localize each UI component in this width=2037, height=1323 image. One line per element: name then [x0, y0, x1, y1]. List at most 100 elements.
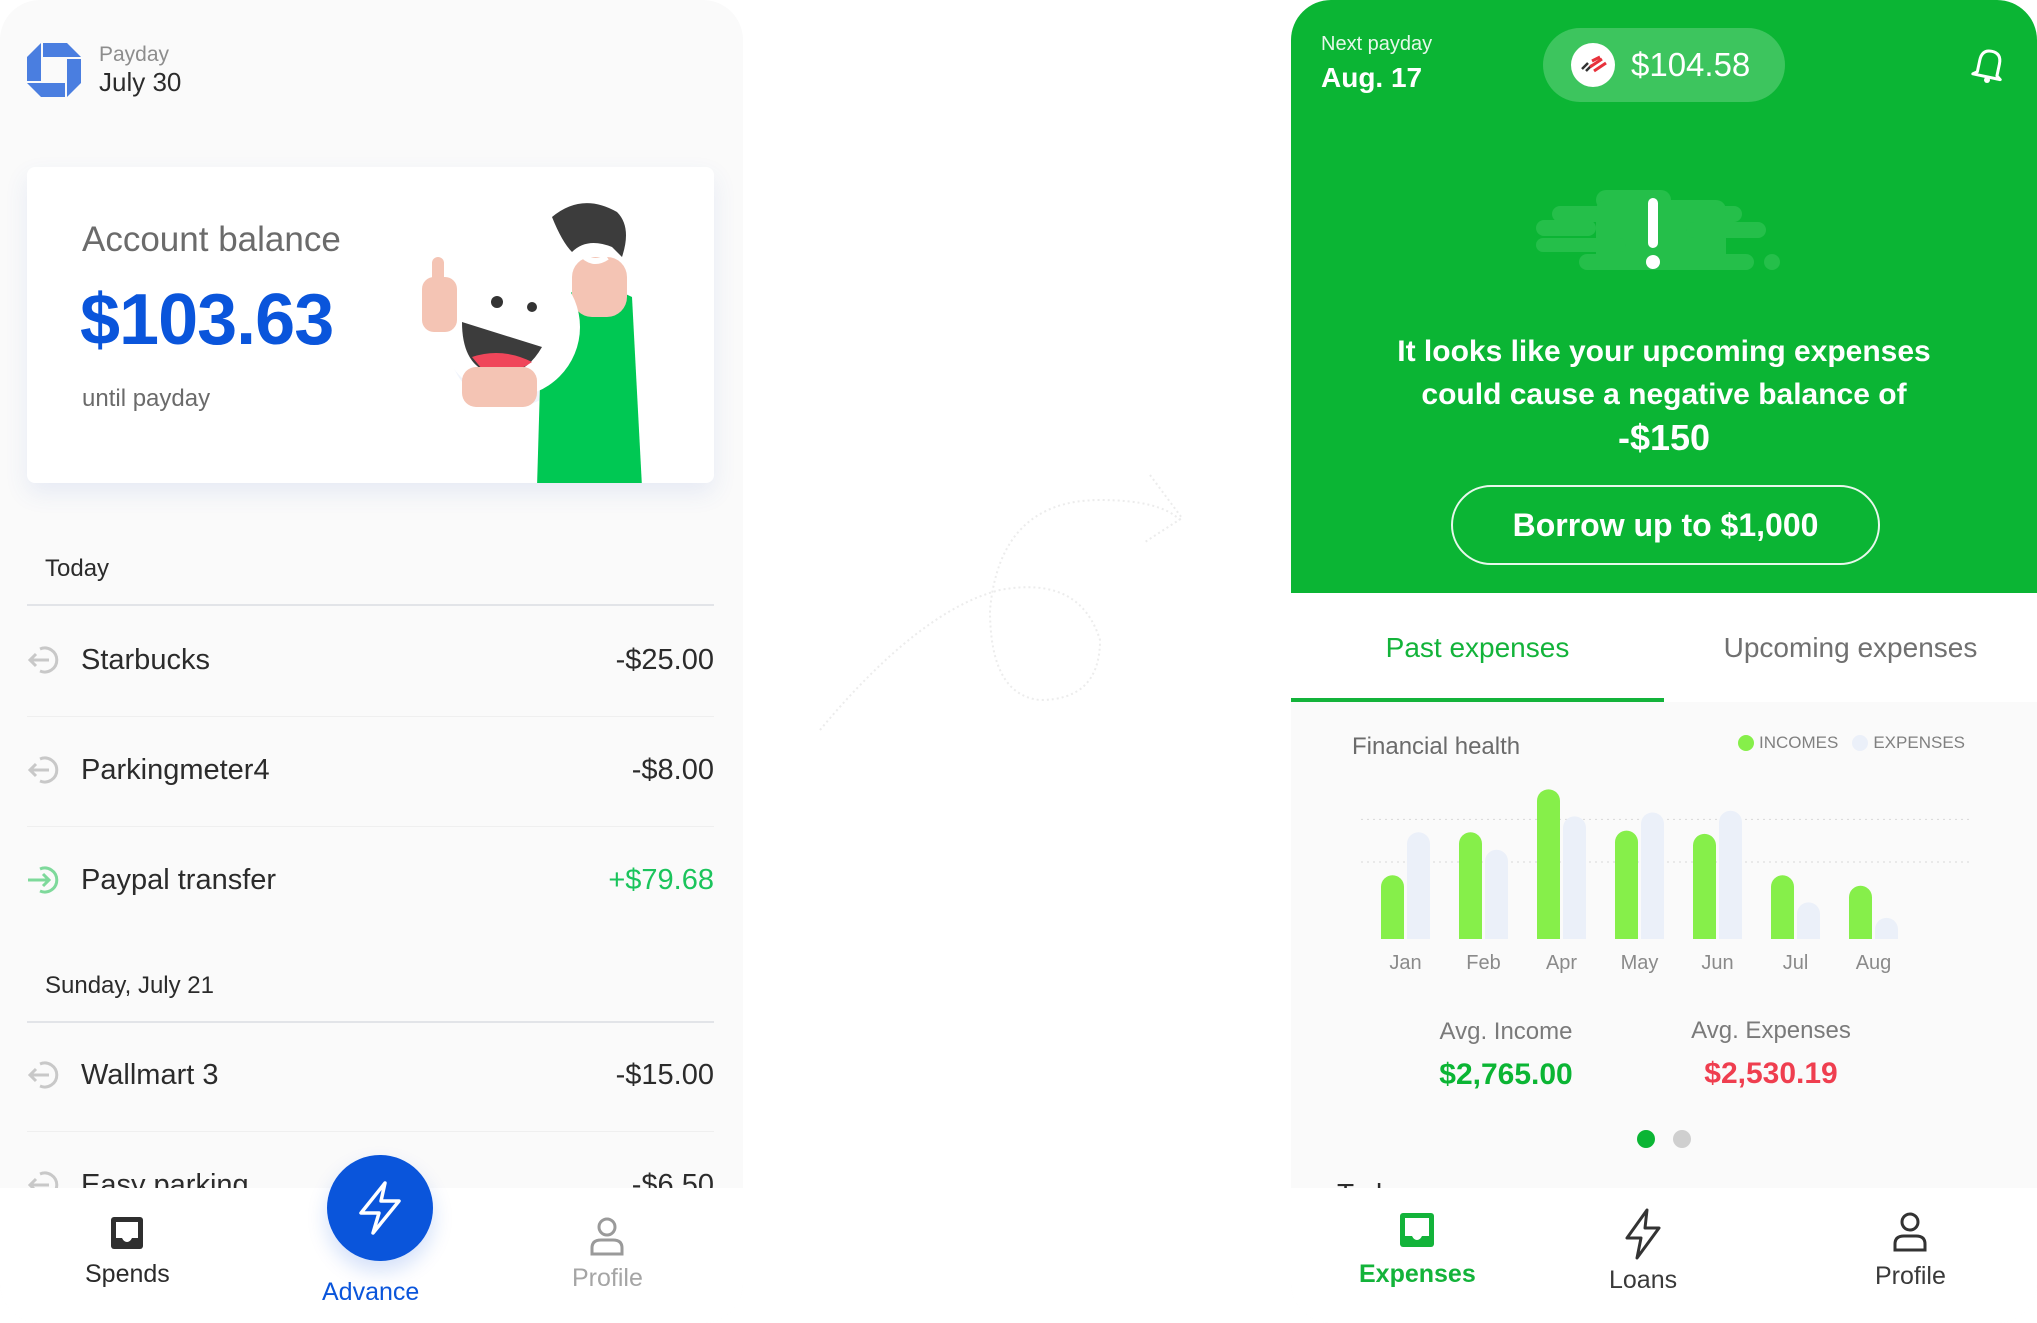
avg-income-value: $2,765.00: [1439, 1058, 1573, 1091]
bar-incomes-apr: [1537, 789, 1560, 939]
section-divider: [27, 1021, 714, 1023]
borrow-button[interactable]: Borrow up to $1,000: [1451, 485, 1880, 565]
warning-line-2: could cause a negative balance of: [1421, 378, 1907, 411]
x-tick-label: Feb: [1466, 952, 1500, 974]
row-divider: [27, 826, 714, 827]
transaction-row[interactable]: Wallmart 3 -$15.00: [27, 1055, 714, 1095]
bar-incomes-may: [1615, 830, 1638, 939]
nav-profile[interactable]: Profile: [1875, 1212, 1946, 1291]
x-tick-label: Jun: [1701, 952, 1733, 974]
x-tick-label: Aug: [1856, 952, 1892, 974]
alert-illustration: [1536, 190, 1780, 270]
avg-income-label: Avg. Income: [1439, 1018, 1573, 1045]
avg-expenses-stat: Avg. Expenses $2,530.19: [1671, 1017, 1871, 1091]
x-tick-label: Jan: [1389, 952, 1421, 974]
bar-incomes-aug: [1849, 885, 1872, 939]
bell-icon[interactable]: [1971, 46, 2007, 84]
thumbs-up-character-illustration: [422, 203, 642, 483]
bar-incomes-jun: [1693, 833, 1716, 939]
expenses-app-screen: Next payday Aug. 17 $104.58 It looks lik…: [1291, 0, 2037, 1323]
bar-expenses-jun: [1719, 810, 1742, 939]
tab-past-expenses[interactable]: Past expenses: [1291, 593, 1664, 702]
lightning-icon: [359, 1181, 401, 1235]
bar-incomes-jul: [1771, 875, 1794, 939]
transaction-row[interactable]: Parkingmeter4 -$8.00: [27, 750, 714, 790]
transaction-amount: +$79.68: [608, 863, 714, 896]
page-dot-active[interactable]: [1637, 1130, 1655, 1148]
legend-swatch-incomes: [1738, 735, 1754, 751]
bar-expenses-aug: [1875, 917, 1898, 939]
avg-expenses-value: $2,530.19: [1704, 1057, 1838, 1090]
bar-expenses-jul: [1797, 902, 1820, 939]
outgoing-icon: [27, 646, 59, 674]
financial-health-chart: Jan Feb Apr May Jun Jul Aug: [1361, 789, 1971, 974]
transaction-name: Wallmart 3: [81, 1058, 219, 1091]
outgoing-icon: [27, 756, 59, 784]
nav-label: Advance: [322, 1278, 420, 1306]
account-balance-card: Account balance $103.63 until payday: [27, 167, 714, 483]
balance-amount: $103.63: [80, 280, 334, 360]
section-divider: [27, 604, 714, 606]
nav-label: Expenses: [1359, 1260, 1476, 1288]
bar-expenses-may: [1641, 812, 1664, 939]
balance-subtitle: until payday: [82, 385, 211, 412]
x-tick-label: Jul: [1783, 952, 1809, 974]
bank-logo-icon: [27, 43, 81, 97]
legend-swatch-expenses: [1852, 735, 1869, 751]
nav-profile[interactable]: Profile: [572, 1216, 643, 1293]
hero-banner: Next payday Aug. 17 $104.58 It looks lik…: [1291, 0, 2037, 593]
transaction-amount: -$8.00: [631, 753, 714, 786]
row-divider: [27, 716, 714, 717]
next-payday-label: Next payday: [1321, 33, 1433, 55]
nav-advance[interactable]: Advance: [322, 1278, 419, 1307]
balance-pill[interactable]: $104.58: [1543, 28, 1785, 102]
chart-legend: INCOMES EXPENSES: [1738, 733, 1965, 753]
negative-balance-warning: It looks like your upcoming expenses cou…: [1331, 330, 1997, 459]
x-tick-label: May: [1621, 952, 1659, 974]
transaction-amount: -$25.00: [615, 643, 714, 676]
payday-header: Payday July 30: [27, 43, 181, 97]
incoming-icon: [28, 866, 59, 894]
section-header-today: Today: [45, 555, 110, 582]
transaction-name: Paypal transfer: [81, 863, 277, 896]
user-icon: [1893, 1212, 1927, 1252]
tab-upcoming-expenses[interactable]: Upcoming expenses: [1664, 593, 2037, 702]
transaction-name: Parkingmeter4: [81, 753, 270, 786]
x-tick-label: Apr: [1546, 952, 1577, 974]
nav-loans[interactable]: Loans: [1609, 1208, 1677, 1295]
section-header-date: Sunday, July 21: [45, 972, 214, 999]
lightning-icon: [1625, 1208, 1661, 1260]
nav-label: Profile: [1875, 1262, 1946, 1290]
transaction-name: Starbucks: [81, 643, 210, 676]
legend-label-incomes: INCOMES: [1759, 733, 1839, 752]
user-icon: [590, 1217, 624, 1256]
transaction-row[interactable]: Starbucks -$25.00: [27, 640, 714, 680]
inbox-icon: [111, 1217, 144, 1249]
transaction-amount: -$15.00: [615, 1058, 714, 1091]
warning-line-1: It looks like your upcoming expenses: [1397, 335, 1931, 368]
row-divider: [27, 1131, 714, 1132]
advance-fab-button[interactable]: [327, 1155, 433, 1261]
next-payday-date: Aug. 17: [1321, 62, 1423, 93]
page-indicator: [1637, 1130, 1709, 1148]
chart-title: Financial health: [1352, 733, 1521, 760]
bar-expenses-apr: [1563, 816, 1586, 939]
balance-value: $104.58: [1631, 46, 1751, 83]
avg-income-stat: Avg. Income $2,765.00: [1406, 1018, 1606, 1092]
spends-app-screen: Payday July 30 Account balance $103.63 u…: [0, 0, 743, 1323]
nav-expenses[interactable]: Expenses: [1359, 1212, 1476, 1289]
nav-spends[interactable]: Spends: [85, 1216, 170, 1289]
nav-label: Spends: [85, 1260, 170, 1288]
warning-amount: -$150: [1617, 417, 1711, 458]
transaction-row[interactable]: Paypal transfer +$79.68: [27, 860, 714, 900]
legend-label-expenses: EXPENSES: [1873, 733, 1965, 752]
expense-tabs: Past expenses Upcoming expenses: [1291, 593, 2037, 702]
bottom-nav: Expenses Loans Profile: [1291, 1188, 2037, 1323]
bar-incomes-jan: [1381, 875, 1404, 939]
bar-incomes-feb: [1459, 832, 1482, 939]
bar-expenses-jan: [1407, 832, 1430, 939]
bar-expenses-feb: [1485, 849, 1508, 939]
page-dot[interactable]: [1673, 1130, 1691, 1148]
balance-title: Account balance: [82, 220, 341, 259]
avg-expenses-label: Avg. Expenses: [1691, 1017, 1851, 1044]
